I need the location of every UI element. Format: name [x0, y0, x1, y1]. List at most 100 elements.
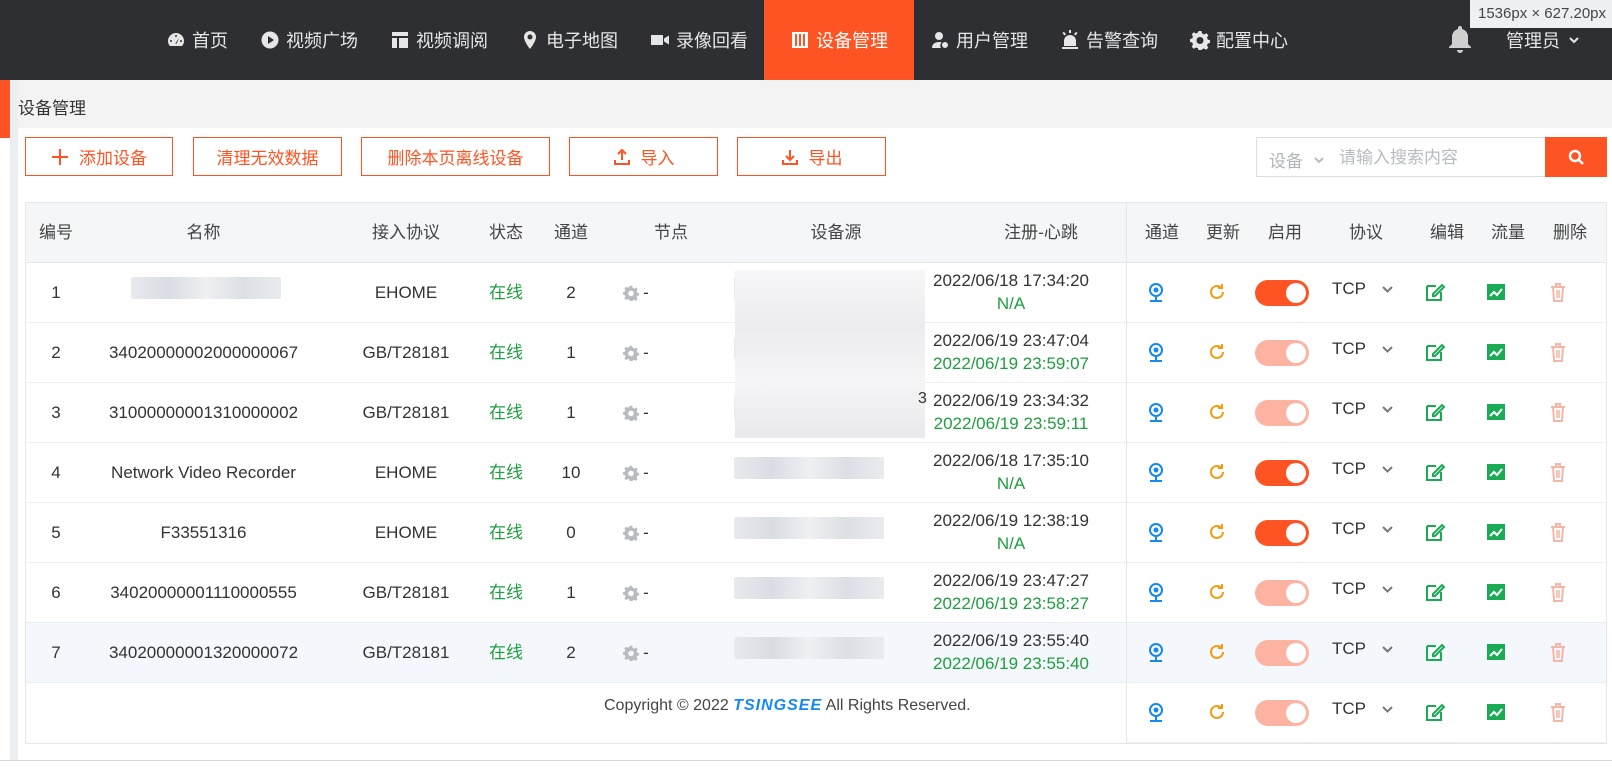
- channel-icon[interactable]: [1145, 281, 1167, 303]
- import-button[interactable]: 导入: [569, 137, 718, 176]
- export-button[interactable]: 导出: [737, 137, 886, 176]
- delete-icon[interactable]: [1547, 281, 1569, 303]
- device-name: 34020000001320000072: [108, 643, 299, 662]
- action-row: TCP: [1127, 623, 1606, 683]
- refresh-icon[interactable]: [1206, 581, 1228, 603]
- add-device-button[interactable]: 添加设备: [25, 137, 173, 176]
- nav-item-device-management[interactable]: 设备管理: [764, 0, 914, 80]
- nav-item-alarm-query[interactable]: 告警查询: [1044, 0, 1174, 80]
- action-row: TCP: [1127, 263, 1606, 323]
- traffic-chart-icon[interactable]: [1485, 401, 1507, 423]
- col-status[interactable]: 状态: [471, 203, 541, 263]
- transport-select[interactable]: TCP: [1332, 399, 1393, 419]
- col-register-heartbeat[interactable]: 注册-心跳: [961, 203, 1121, 263]
- nav-item-playback[interactable]: 录像回看: [634, 0, 764, 80]
- refresh-icon[interactable]: [1206, 521, 1228, 543]
- transport-select[interactable]: TCP: [1332, 579, 1393, 599]
- register-time: 2022/06/19 23:34:32: [933, 391, 1089, 410]
- nav-item-home[interactable]: 首页: [150, 0, 244, 80]
- enable-toggle[interactable]: [1255, 700, 1309, 726]
- transport-select[interactable]: TCP: [1332, 279, 1393, 299]
- transport-select[interactable]: TCP: [1332, 459, 1393, 479]
- refresh-icon[interactable]: [1206, 461, 1228, 483]
- delete-icon[interactable]: [1547, 341, 1569, 363]
- device-name: Network Video Recorder: [111, 463, 296, 482]
- edit-icon[interactable]: [1424, 401, 1446, 423]
- refresh-icon[interactable]: [1206, 401, 1228, 423]
- enable-toggle[interactable]: [1255, 520, 1309, 546]
- edit-icon[interactable]: [1424, 461, 1446, 483]
- action-row: TCP: [1127, 683, 1606, 743]
- col-name[interactable]: 名称: [86, 203, 321, 263]
- traffic-chart-icon[interactable]: [1485, 341, 1507, 363]
- channel-icon[interactable]: [1145, 701, 1167, 723]
- channel-icon[interactable]: [1145, 581, 1167, 603]
- heartbeat-time: N/A: [996, 294, 1026, 313]
- enable-toggle[interactable]: [1255, 400, 1309, 426]
- traffic-chart-icon[interactable]: [1485, 581, 1507, 603]
- edit-icon[interactable]: [1424, 521, 1446, 543]
- row-id: 7: [51, 643, 61, 662]
- delete-offline-devices-button[interactable]: 删除本页离线设备: [361, 137, 550, 176]
- search-input[interactable]: [1337, 142, 1541, 174]
- nav-item-e-map[interactable]: 电子地图: [504, 0, 634, 80]
- download-icon: [781, 149, 798, 165]
- channel-icon[interactable]: [1145, 461, 1167, 483]
- register-time: 2022/06/19 12:38:19: [933, 511, 1089, 530]
- search-type-select[interactable]: 设备: [1269, 147, 1325, 172]
- status-badge: 在线: [489, 643, 523, 662]
- main-nav: 首页 视频广场 视频调阅 电子地图 录像回看 设备管理 用户管理 告警查询 配置…: [150, 0, 1304, 80]
- channel-icon[interactable]: [1145, 641, 1167, 663]
- nav-item-video-square[interactable]: 视频广场: [244, 0, 374, 80]
- transport-select[interactable]: TCP: [1332, 699, 1393, 719]
- nav-item-config-center[interactable]: 配置中心: [1174, 0, 1304, 80]
- traffic-chart-icon[interactable]: [1485, 521, 1507, 543]
- channel-count: 1: [566, 403, 576, 422]
- traffic-chart-icon[interactable]: [1485, 641, 1507, 663]
- search-button[interactable]: [1545, 137, 1607, 177]
- delete-icon[interactable]: [1547, 641, 1569, 663]
- traffic-chart-icon[interactable]: [1485, 701, 1507, 723]
- delete-icon[interactable]: [1547, 521, 1569, 543]
- traffic-chart-icon[interactable]: [1485, 461, 1507, 483]
- delete-icon[interactable]: [1547, 701, 1569, 723]
- channel-icon[interactable]: [1145, 521, 1167, 543]
- channel-icon[interactable]: [1145, 341, 1167, 363]
- refresh-icon[interactable]: [1206, 641, 1228, 663]
- edit-icon[interactable]: [1424, 341, 1446, 363]
- nav-item-video-review[interactable]: 视频调阅: [374, 0, 504, 80]
- enable-toggle[interactable]: [1255, 460, 1309, 486]
- col-channels[interactable]: 通道: [536, 203, 606, 263]
- nav-label: 告警查询: [1086, 31, 1158, 51]
- nav-label: 用户管理: [956, 31, 1028, 51]
- alarm-icon: [1060, 30, 1080, 50]
- status-badge: 在线: [489, 343, 523, 362]
- heartbeat-time: N/A: [996, 474, 1026, 493]
- edit-icon[interactable]: [1424, 641, 1446, 663]
- refresh-icon[interactable]: [1206, 701, 1228, 723]
- edit-icon[interactable]: [1424, 701, 1446, 723]
- edit-icon[interactable]: [1424, 581, 1446, 603]
- transport-select[interactable]: TCP: [1332, 519, 1393, 539]
- refresh-icon[interactable]: [1206, 341, 1228, 363]
- nav-item-user-management[interactable]: 用户管理: [914, 0, 1044, 80]
- channel-icon[interactable]: [1145, 401, 1167, 423]
- col-protocol[interactable]: 接入协议: [341, 203, 471, 263]
- enable-toggle[interactable]: [1255, 340, 1309, 366]
- bell-icon[interactable]: [1446, 24, 1474, 54]
- edit-icon[interactable]: [1424, 281, 1446, 303]
- enable-toggle[interactable]: [1255, 640, 1309, 666]
- delete-icon[interactable]: [1547, 581, 1569, 603]
- enable-toggle[interactable]: [1255, 280, 1309, 306]
- enable-toggle[interactable]: [1255, 580, 1309, 606]
- clean-invalid-data-button[interactable]: 清理无效数据: [193, 137, 342, 176]
- col-node[interactable]: 节点: [621, 203, 721, 263]
- col-source[interactable]: 设备源: [756, 203, 916, 263]
- traffic-chart-icon[interactable]: [1485, 281, 1507, 303]
- delete-icon[interactable]: [1547, 401, 1569, 423]
- transport-select[interactable]: TCP: [1332, 639, 1393, 659]
- refresh-icon[interactable]: [1206, 281, 1228, 303]
- transport-select[interactable]: TCP: [1332, 339, 1393, 359]
- col-id[interactable]: 编号: [26, 203, 86, 263]
- delete-icon[interactable]: [1547, 461, 1569, 483]
